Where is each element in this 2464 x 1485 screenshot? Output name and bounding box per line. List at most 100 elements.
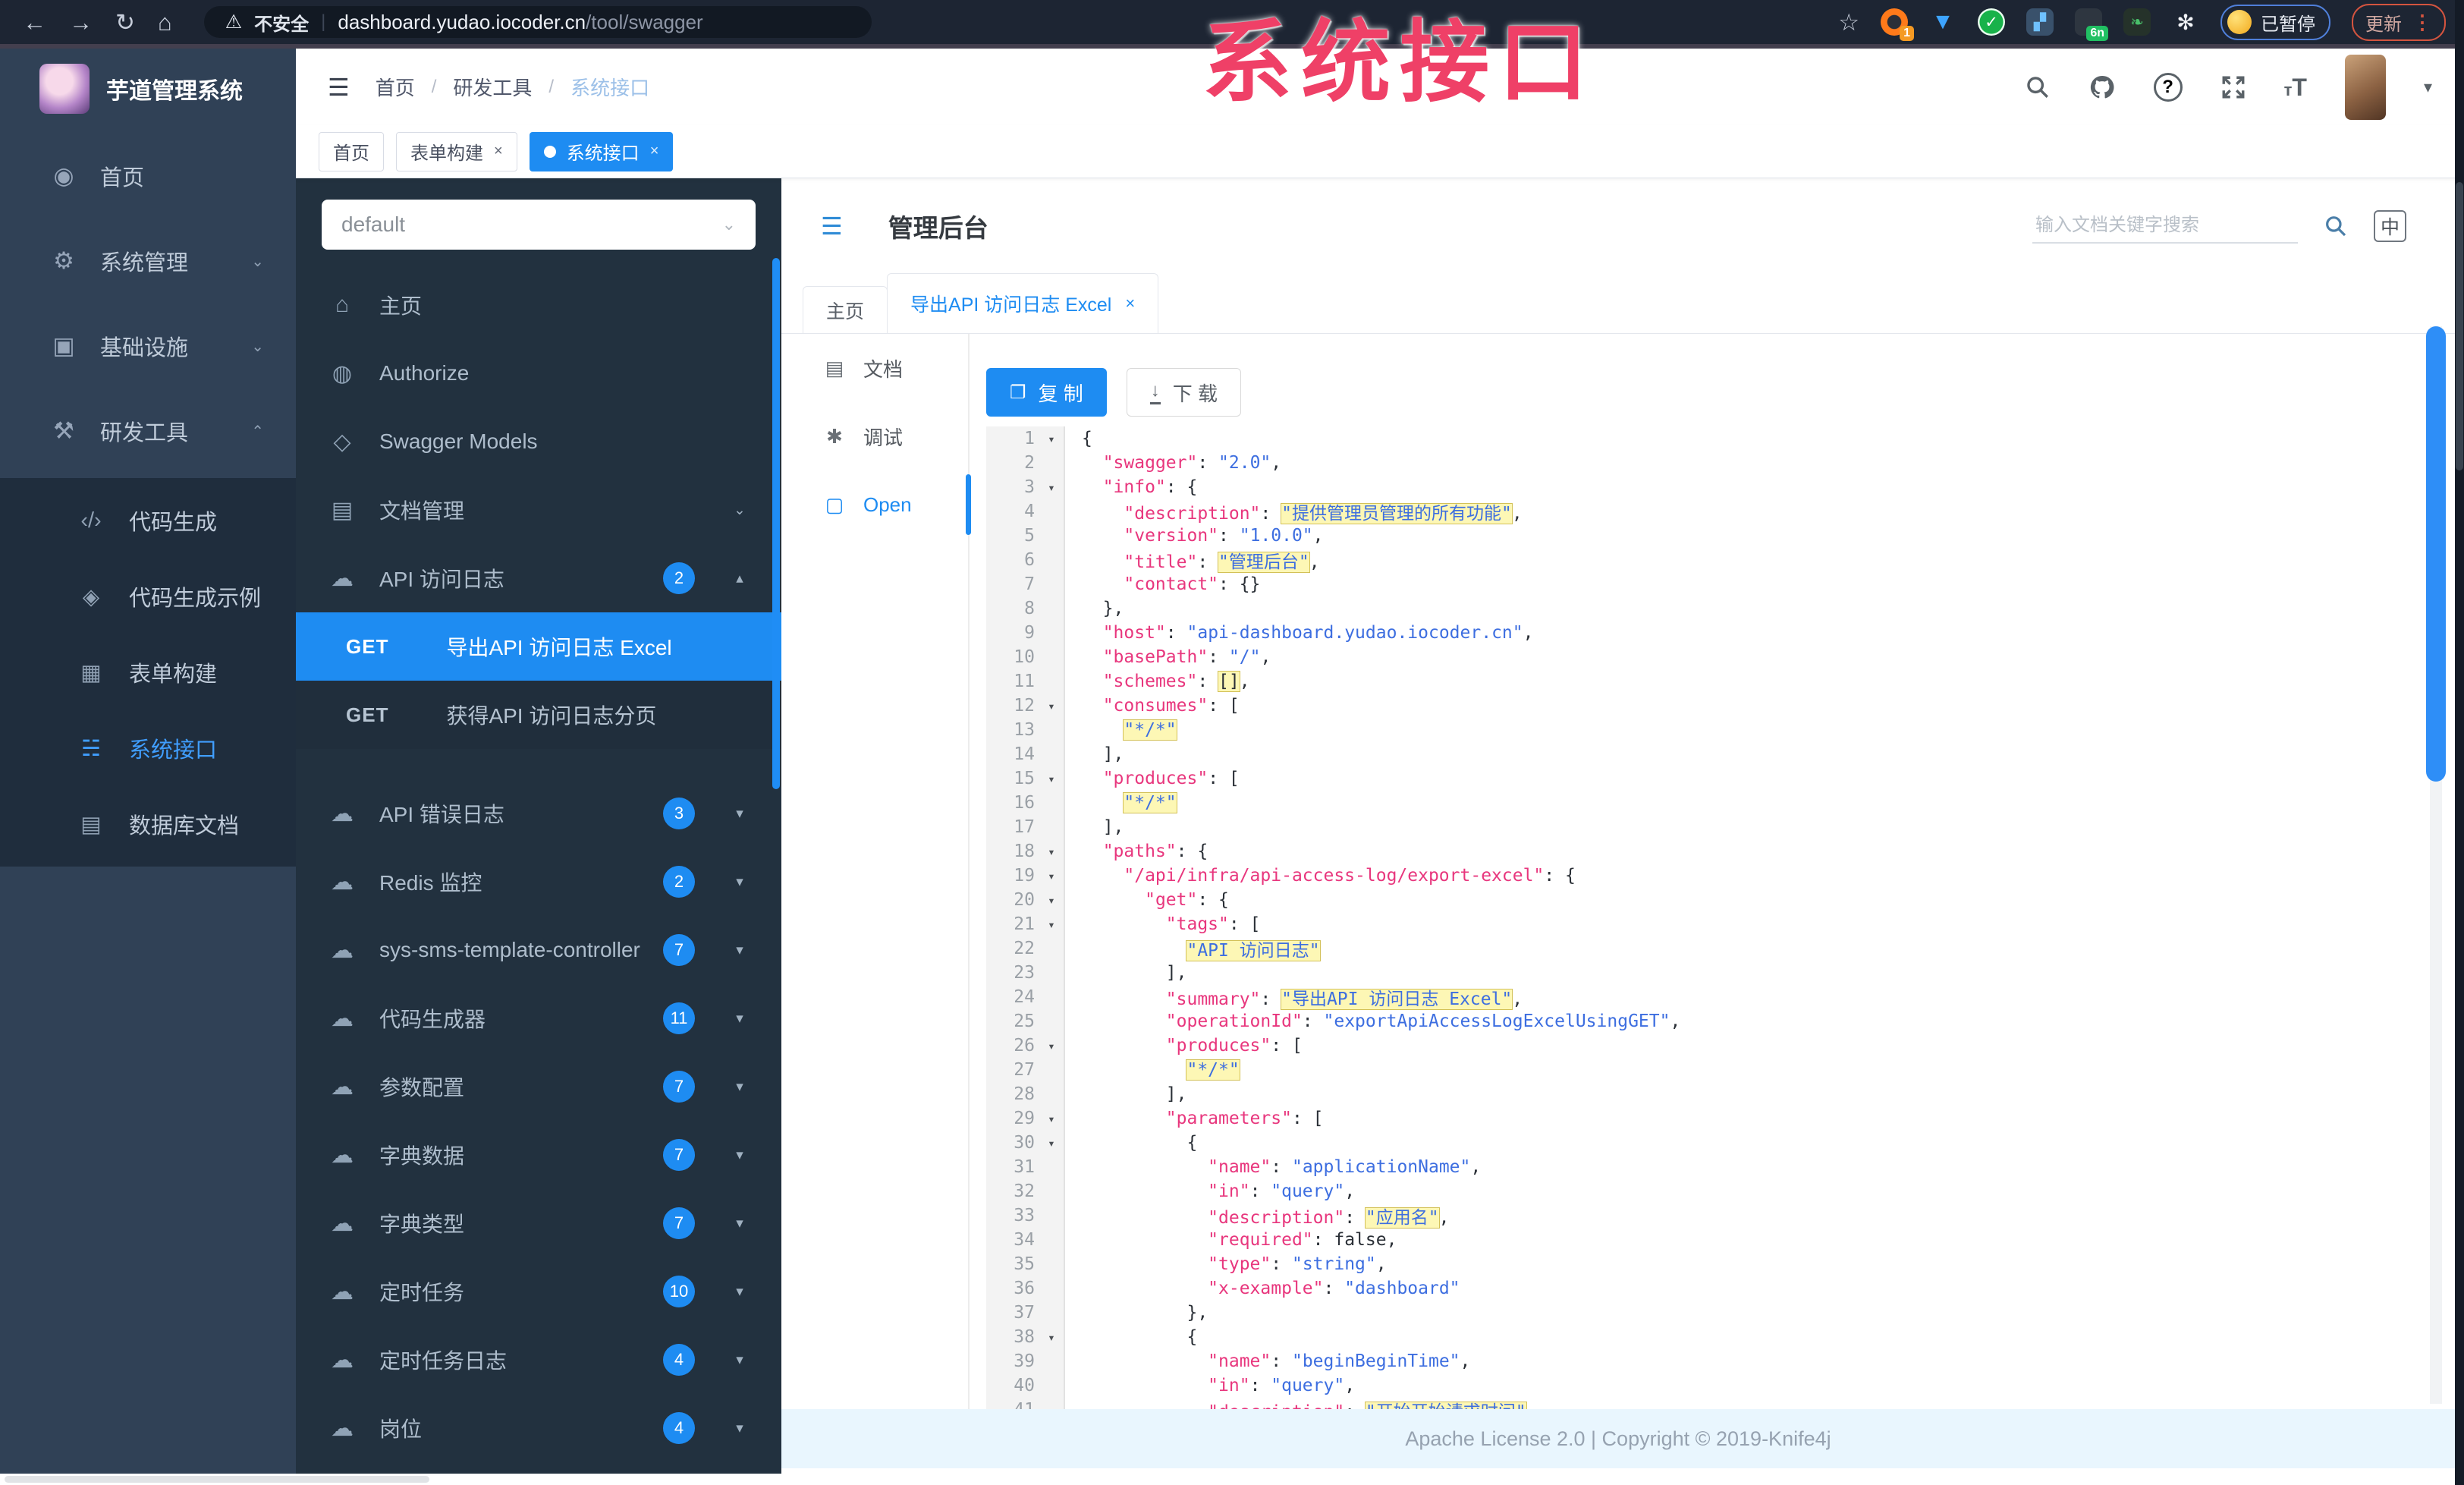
breadcrumb-item[interactable]: 研发工具 <box>453 73 532 101</box>
doc-menu-group-字典数据[interactable]: ☁ 字典数据 7 ▾ <box>296 1121 781 1189</box>
code-text: ], <box>1064 817 1124 837</box>
code-token: : [ <box>1208 769 1240 788</box>
doc-search-icon[interactable] <box>2324 214 2348 238</box>
profile-emoji-icon <box>2227 10 2252 34</box>
browser-home-icon[interactable]: ⌂ <box>158 11 172 34</box>
extension-dark-icon[interactable]: 6n <box>2075 8 2108 41</box>
language-toggle[interactable]: 中 <box>2373 209 2406 242</box>
tag-close-icon[interactable]: × <box>494 143 503 160</box>
fold-caret-icon[interactable]: ▾ <box>1039 869 1064 883</box>
doc-menu-group-Redis 监控[interactable]: ☁ Redis 监控 2 ▾ <box>296 848 781 916</box>
fold-caret-icon[interactable]: ▾ <box>1039 893 1064 908</box>
doc-menu-group-参数配置[interactable]: ☁ 参数配置 7 ▾ <box>296 1052 781 1121</box>
horizontal-scrollbar-thumb[interactable] <box>5 1476 429 1483</box>
doc-menu-group-定时任务日志[interactable]: ☁ 定时任务日志 4 ▾ <box>296 1326 781 1394</box>
back-icon[interactable]: ← <box>23 11 46 34</box>
tab-主页[interactable]: 主页 <box>803 286 888 333</box>
window-scrollbar-thumb[interactable] <box>2456 182 2463 470</box>
help-icon[interactable]: ? <box>2153 72 2183 102</box>
fold-caret-icon[interactable]: ▾ <box>1039 845 1064 859</box>
extension-grid-icon[interactable]: ▞ <box>2026 8 2054 36</box>
user-menu-caret-icon[interactable]: ▾ <box>2424 77 2432 97</box>
fold-caret-icon[interactable]: ▾ <box>1039 772 1064 786</box>
doc-sidebar-scrollbar-thumb[interactable] <box>772 258 780 789</box>
breadcrumb-item[interactable]: 首页 <box>376 73 415 101</box>
sidebar-item-首页[interactable]: ◉ 首页 <box>0 134 296 219</box>
code-editor[interactable]: 1 ▾{2 "swagger": "2.0", 3 ▾ "info": {4 "des… <box>986 426 2420 1409</box>
extension-flower-icon[interactable]: ✻ <box>2172 8 2199 36</box>
tab-close-icon[interactable]: × <box>1125 294 1135 313</box>
sidebar-menu: ◉ 首页 ⚙ 系统管理 ⌄ ▣ 基础设施 ⌄ ⚒ 研发工具 ⌃ ‹/› 代码生成 ◈ 代码生成示例 ▦ 表单构建… <box>0 134 296 867</box>
github-icon[interactable] <box>2088 74 2116 101</box>
fold-caret-icon[interactable]: ▾ <box>1039 1112 1064 1126</box>
copy-button[interactable]: ❐ 复 制 <box>986 368 1107 417</box>
avatar[interactable] <box>2344 54 2386 120</box>
doc-menu-item-文档管理[interactable]: ▤ 文档管理 ⌄ <box>296 476 781 544</box>
doc-menu-group-代码生成器[interactable]: ☁ 代码生成器 11 ▾ <box>296 984 781 1052</box>
api-endpoint-获得API 访问日志分页[interactable]: GET 获得API 访问日志分页 <box>296 681 781 749</box>
fold-caret-icon[interactable]: ▾ <box>1039 480 1064 495</box>
content-scrollbar-thumb[interactable] <box>2426 326 2446 782</box>
doc-menu-item-Authorize[interactable]: ◍ Authorize <box>296 339 781 407</box>
doc-menu-group-sys-sms-template-controller[interactable]: ☁ sys-sms-template-controller 7 ▾ <box>296 916 781 984</box>
tab-导出API 访问日志 Excel[interactable]: 导出API 访问日志 Excel × <box>887 273 1159 333</box>
doc-menu-group-字典类型[interactable]: ☁ 字典类型 7 ▾ <box>296 1189 781 1257</box>
browser-menu-kebab-icon[interactable]: ⋮ <box>2412 11 2432 34</box>
doc-menu-group-API 错误日志[interactable]: ☁ API 错误日志 3 ▾ <box>296 779 781 848</box>
code-token: : {} <box>1218 574 1261 594</box>
bookmark-star-icon[interactable]: ☆ <box>1838 11 1859 34</box>
sidebar-subitem-代码生成[interactable]: ‹/› 代码生成 <box>0 483 296 558</box>
header-search-icon[interactable] <box>2025 74 2051 100</box>
breadcrumb-separator: / <box>431 76 437 97</box>
code-token: ], <box>1165 1084 1187 1104</box>
app-logo-row[interactable]: 芋道管理系统 <box>0 44 296 134</box>
refresh-icon[interactable]: ↻ <box>115 11 135 34</box>
extension-green-circle-icon[interactable]: ✓ <box>1978 8 2005 36</box>
api-group-select[interactable]: default ⌄ <box>322 200 756 250</box>
fullscreen-icon[interactable] <box>2220 74 2246 100</box>
fold-caret-icon[interactable]: ▾ <box>1039 1136 1064 1150</box>
sidebar-subitem-代码生成示例[interactable]: ◈ 代码生成示例 <box>0 558 296 634</box>
tag-close-icon[interactable]: × <box>650 143 659 160</box>
doc-nav-Open[interactable]: ▢ Open <box>804 470 956 539</box>
fold-caret-icon[interactable]: ▾ <box>1039 699 1064 713</box>
sidebar-collapse-icon[interactable]: ☰ <box>328 73 350 102</box>
font-size-icon[interactable]: тT <box>2284 75 2307 99</box>
fold-caret-icon[interactable]: ▾ <box>1039 917 1064 932</box>
horizontal-scrollbar[interactable] <box>0 1474 2464 1485</box>
doc-menu-group-岗位[interactable]: ☁ 岗位 4 ▾ <box>296 1394 781 1462</box>
fold-caret-icon[interactable]: ▾ <box>1039 1039 1064 1053</box>
fold-caret-icon[interactable]: ▾ <box>1039 1330 1064 1345</box>
sidebar-subitem-表单构建[interactable]: ▦ 表单构建 <box>0 634 296 710</box>
sidebar-item-系统管理[interactable]: ⚙ 系统管理 ⌄ <box>0 219 296 304</box>
forward-icon[interactable]: → <box>69 11 93 34</box>
tag-item[interactable]: 首页 <box>319 131 384 171</box>
tag-active[interactable]: 系统接口 × <box>529 131 674 171</box>
window-scrollbar[interactable] <box>2455 0 2464 1485</box>
address-bar[interactable]: ⚠ 不安全 | dashboard.yudao.iocoder.cn/tool/… <box>203 6 872 38</box>
line-number: 33 <box>1014 1206 1035 1225</box>
api-endpoint-导出API 访问日志 Excel[interactable]: GET 导出API 访问日志 Excel <box>296 612 781 681</box>
extension-orange-icon[interactable]: 1 <box>1881 8 1914 41</box>
doc-menu-group-API 访问日志[interactable]: ☁ API 访问日志 2 ▴ <box>296 544 781 612</box>
download-button[interactable]: ↓ 下 载 <box>1126 368 1241 417</box>
update-button[interactable]: 更新 ⋮ <box>2352 3 2446 41</box>
extension-blue-drop-icon[interactable]: ▼ <box>1929 8 1956 36</box>
tag-item[interactable]: 表单构建 × <box>396 131 517 171</box>
doc-menu-collapse-icon[interactable]: ☰ <box>821 212 843 241</box>
doc-menu-item-主页[interactable]: ⌂ 主页 <box>296 271 781 339</box>
sidebar-item-基础设施[interactable]: ▣ 基础设施 ⌄ <box>0 304 296 389</box>
doc-nav-调试[interactable]: ✱ 调试 <box>804 402 956 470</box>
doc-nav-文档[interactable]: ▤ 文档 <box>804 334 956 402</box>
doc-menu-item-Swagger Models[interactable]: ◇ Swagger Models <box>296 407 781 476</box>
paused-profile-chip[interactable]: 已暂停 <box>2220 4 2330 40</box>
sidebar-subitem-系统接口[interactable]: ☵ 系统接口 <box>0 710 296 786</box>
breadcrumb-item[interactable]: 系统接口 <box>570 73 649 101</box>
extension-leaf-icon[interactable]: ❧ <box>2123 8 2151 36</box>
code-line: 29 ▾ "parameters": [ <box>986 1106 2420 1131</box>
sidebar-subitem-数据库文档[interactable]: ▤ 数据库文档 <box>0 786 296 862</box>
doc-search-input[interactable] <box>2032 208 2298 244</box>
fold-caret-icon[interactable]: ▾ <box>1039 432 1064 446</box>
sidebar-item-研发工具[interactable]: ⚒ 研发工具 ⌃ <box>0 389 296 474</box>
doc-menu-group-定时任务[interactable]: ☁ 定时任务 10 ▾ <box>296 1257 781 1326</box>
